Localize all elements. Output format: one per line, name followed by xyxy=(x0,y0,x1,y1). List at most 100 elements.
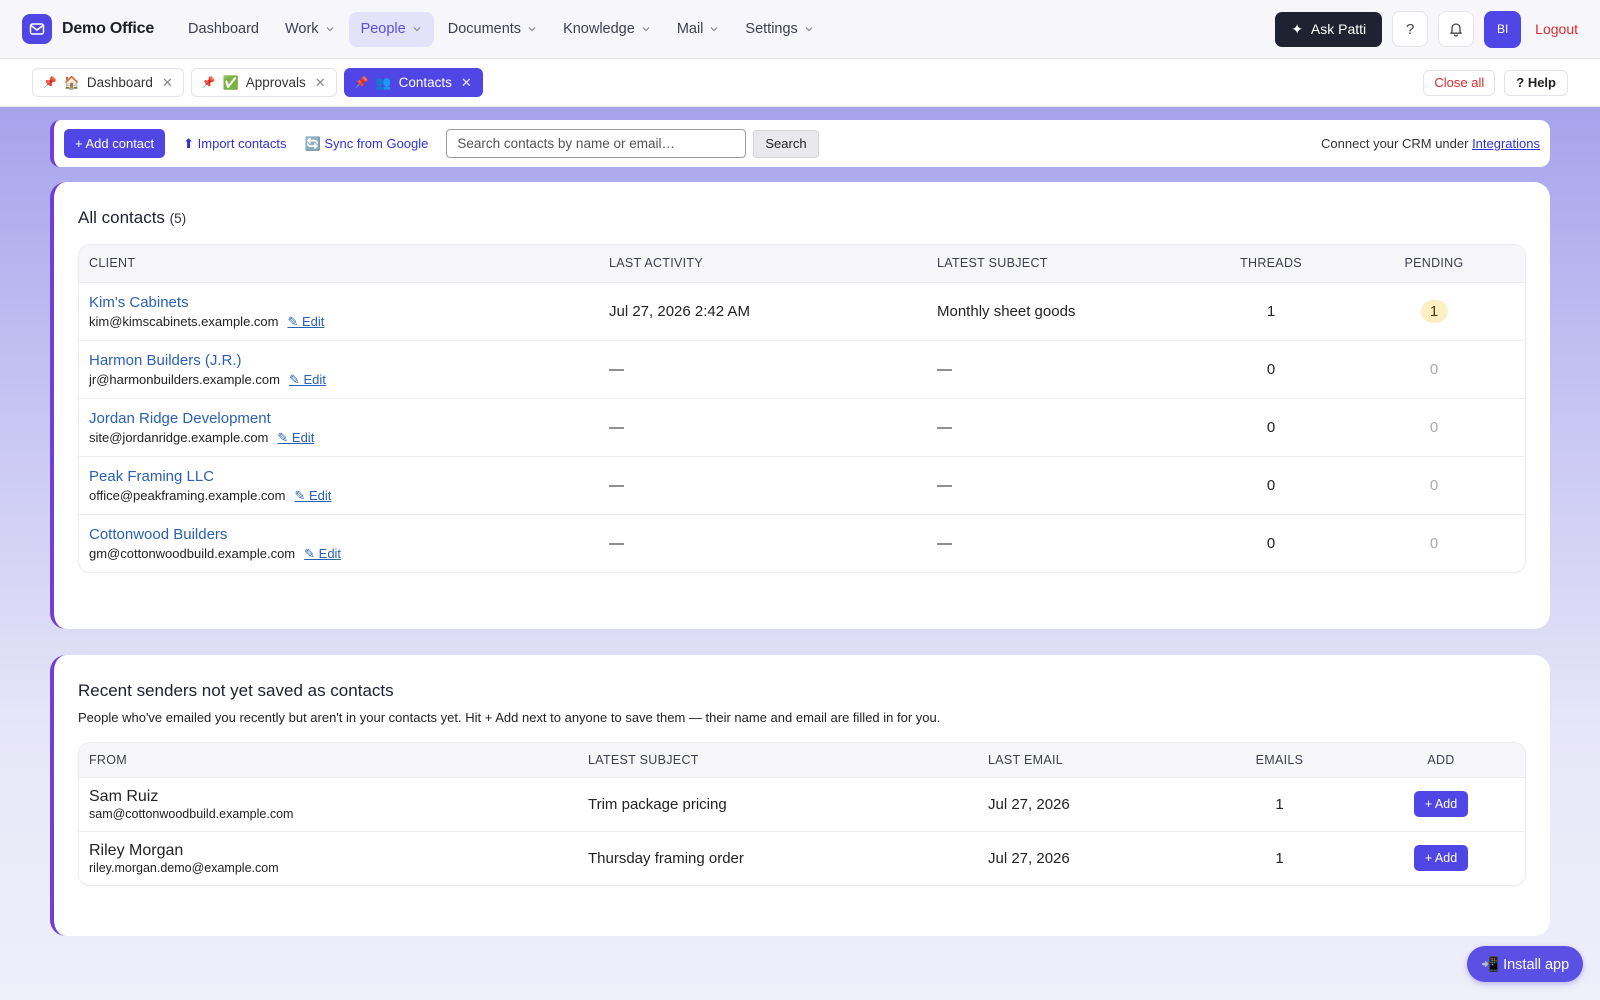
sender-cell: Riley Morgan riley.morgan.demo@example.co… xyxy=(79,831,578,885)
emails-count-cell: 1 xyxy=(1202,777,1357,832)
client-cell: Jordan Ridge Development site@jordanridge… xyxy=(79,398,599,457)
edit-contact-link[interactable]: ✎ Edit xyxy=(289,372,326,388)
ask-assistant-button[interactable]: ✦ Ask Patti xyxy=(1275,11,1383,47)
tab-contacts[interactable]: 📌 👥 Contacts ✕ xyxy=(343,68,483,97)
contact-row: Kim's Cabinets kim@kimscabinets.example.c… xyxy=(79,282,1525,341)
chevron-down-icon xyxy=(642,27,650,32)
add-contact-button[interactable]: + Add contact xyxy=(64,129,166,158)
bell-icon xyxy=(1450,23,1463,37)
last-activity-cell: Jul 27, 2026 2:42 AM xyxy=(599,282,927,341)
notifications-button[interactable] xyxy=(1438,11,1475,47)
latest-subject-cell: Thursday framing order xyxy=(588,849,744,867)
tab-emoji-icon: 🏠 xyxy=(63,74,80,90)
chevron-down-icon xyxy=(413,27,421,32)
client-email: gm@cottonwoodbuild.example.com xyxy=(89,545,296,561)
top-navigation: Demo Office Dashboard Work People Documents… xyxy=(0,0,1600,59)
edit-contact-link[interactable]: ✎ Edit xyxy=(287,314,324,330)
chevron-down-icon xyxy=(528,27,536,32)
close-tab-icon[interactable]: ✕ xyxy=(162,75,173,91)
last-activity-cell: — xyxy=(599,398,927,457)
nav-item-label: Mail xyxy=(676,21,704,37)
tab-dashboard[interactable]: 📌 🏠 Dashboard ✕ xyxy=(32,68,184,97)
pending-value: 0 xyxy=(1429,418,1439,436)
nav-item-people[interactable]: People xyxy=(348,11,434,47)
client-name-link[interactable]: Harmon Builders (J.R.) xyxy=(89,351,589,370)
latest-subject-cell: Monthly sheet goods xyxy=(927,282,1199,341)
main-menu: Dashboard Work People Documents Knowledge Mai… xyxy=(176,11,828,47)
ask-assistant-label: Ask Patti xyxy=(1310,21,1367,37)
chevron-down-icon xyxy=(710,27,718,32)
search-button[interactable]: Search xyxy=(753,129,819,158)
tab-actions: Close all ? Help xyxy=(1423,69,1568,96)
nav-item-label: Documents xyxy=(447,21,522,37)
pending-badge: 1 xyxy=(1420,299,1448,323)
import-contacts-link[interactable]: ⬆ Import contacts xyxy=(183,136,286,152)
tab-emoji-icon: 👥 xyxy=(375,74,392,90)
logout-link[interactable]: Logout xyxy=(1535,21,1578,37)
column-header: ADD xyxy=(1357,743,1525,778)
close-all-tabs-button[interactable]: Close all xyxy=(1423,69,1496,96)
sync-google-link[interactable]: 🔄 Sync from Google xyxy=(305,136,429,152)
nav-item-documents[interactable]: Documents xyxy=(436,12,549,47)
recent-table-header: FROM LATEST SUBJECT LAST EMAIL EMAILS ADD xyxy=(79,743,1525,778)
help-button-secondary[interactable]: ? Help xyxy=(1504,69,1568,96)
recent-senders-card: Recent senders not yet saved as contacts… xyxy=(50,655,1550,936)
pin-icon: 📌 xyxy=(201,77,216,89)
latest-subject-cell: — xyxy=(927,456,1199,515)
install-app-button[interactable]: 📲 Install app xyxy=(1467,946,1584,982)
integrations-link[interactable]: Integrations xyxy=(1472,136,1540,151)
threads-cell: 0 xyxy=(1199,456,1343,515)
nav-actions: ✦ Ask Patti ? BI Logout xyxy=(1275,10,1578,48)
sender-row: Riley Morgan riley.morgan.demo@example.co… xyxy=(79,831,1525,885)
last-email-cell: Jul 27, 2026 xyxy=(978,777,1202,832)
nav-item-settings[interactable]: Settings xyxy=(733,12,825,47)
client-name-link[interactable]: Peak Framing LLC xyxy=(89,467,589,486)
recent-senders-description: People who've emailed you recently but a… xyxy=(78,710,941,725)
contacts-count: (5) xyxy=(169,211,187,226)
open-tabs-bar: 📌 🏠 Dashboard ✕ 📌 ✅ Approvals ✕ 📌 👥 Contacts ✕ Clos… xyxy=(0,59,1600,107)
column-header: EMAILS xyxy=(1202,743,1357,778)
crm-note: Connect your CRM under Integrations xyxy=(1321,136,1540,151)
latest-subject-cell: — xyxy=(927,340,1199,399)
column-header: FROM xyxy=(79,743,578,778)
pending-cell: 0 xyxy=(1343,514,1525,572)
recent-senders-table: FROM LATEST SUBJECT LAST EMAIL EMAILS ADD Sa… xyxy=(78,742,1526,886)
tab-label: Approvals xyxy=(245,75,306,90)
tab-approvals[interactable]: 📌 ✅ Approvals ✕ xyxy=(190,68,337,97)
chevron-down-icon xyxy=(805,27,813,32)
nav-item-mail[interactable]: Mail xyxy=(665,12,732,47)
all-contacts-heading: All contacts (5) xyxy=(78,208,1526,228)
nav-item-work[interactable]: Work xyxy=(273,12,347,47)
emails-count-cell: 1 xyxy=(1275,849,1284,867)
column-header: LAST EMAIL xyxy=(978,743,1202,778)
column-header: LATEST SUBJECT xyxy=(927,245,1199,283)
add-sender-button[interactable]: + Add xyxy=(1413,845,1469,872)
edit-contact-link[interactable]: ✎ Edit xyxy=(295,488,332,504)
client-name-link[interactable]: Jordan Ridge Development xyxy=(89,409,589,428)
close-tab-icon[interactable]: ✕ xyxy=(461,75,472,91)
user-avatar[interactable]: BI xyxy=(1484,10,1522,48)
client-sub: kim@kimscabinets.example.com ✎ Edit xyxy=(89,314,589,330)
help-button[interactable]: ? xyxy=(1392,11,1429,47)
nav-item-label: Settings xyxy=(745,21,798,37)
brand[interactable]: Demo Office xyxy=(22,14,154,44)
edit-contact-link[interactable]: ✎ Edit xyxy=(304,546,341,562)
sender-cell: Sam Ruiz sam@cottonwoodbuild.example.com xyxy=(79,777,578,832)
add-cell: + Add xyxy=(1357,831,1525,885)
contact-row: Cottonwood Builders gm@cottonwoodbuild.ex… xyxy=(79,514,1525,572)
close-tab-icon[interactable]: ✕ xyxy=(315,75,326,91)
latest-subject-cell: — xyxy=(927,398,1199,457)
search-contacts-input[interactable] xyxy=(446,129,747,158)
last-activity-cell: — xyxy=(599,456,927,515)
client-sub: office@peakframing.example.com ✎ Edit xyxy=(89,488,589,504)
nav-item-knowledge[interactable]: Knowledge xyxy=(551,12,663,47)
client-name-link[interactable]: Cottonwood Builders xyxy=(89,525,589,544)
client-name-link[interactable]: Kim's Cabinets xyxy=(89,293,589,312)
edit-contact-link[interactable]: ✎ Edit xyxy=(277,430,314,446)
sender-row: Sam Ruiz sam@cottonwoodbuild.example.com T… xyxy=(79,777,1525,832)
client-cell: Kim's Cabinets kim@kimscabinets.example.c… xyxy=(79,282,599,341)
client-cell: Cottonwood Builders gm@cottonwoodbuild.ex… xyxy=(79,514,599,572)
pending-cell: 0 xyxy=(1343,398,1525,457)
nav-item-dashboard[interactable]: Dashboard xyxy=(176,12,271,47)
add-sender-button[interactable]: + Add xyxy=(1413,791,1469,817)
